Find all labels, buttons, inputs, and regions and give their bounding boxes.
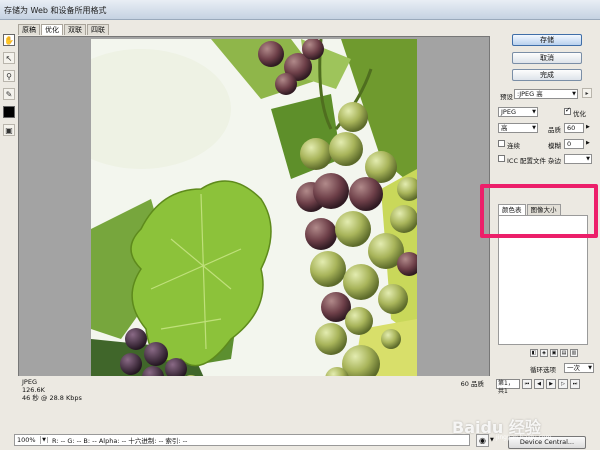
save-button[interactable]: 存储: [512, 34, 582, 46]
chevron-down-icon: ▼: [532, 125, 536, 131]
hand-tool-icon[interactable]: ✋: [3, 34, 15, 46]
color-table-toolbar: ◧ ◈ ▣ ▤ ▥: [530, 349, 580, 357]
animation-controls: 第1，共1 ⏮ ◀ ▶ ▷ ⏭: [496, 378, 594, 395]
zoom-level-field[interactable]: 100%: [15, 436, 41, 444]
optimize-menu-icon[interactable]: ▸: [582, 88, 592, 98]
tab-original[interactable]: 原稿: [18, 24, 40, 35]
new-color-icon[interactable]: ▤: [560, 349, 568, 357]
toggle-slices-icon[interactable]: ▣: [3, 124, 15, 136]
chevron-down-icon: ▼: [588, 365, 592, 371]
loop-options-value: 一次: [567, 364, 580, 372]
matte-label: 杂边: [548, 157, 561, 165]
settings-panel: 存储 取消 完成 预设 :JPEG 高▼ ▸ JPEG▼ 优化 高▼ 品质 60…: [480, 20, 600, 430]
frame-counter: 第1，共1: [496, 378, 520, 395]
optimized-info: JPEG 126.6K 46 秒 @ 28.8 Kbps 60 品质: [18, 376, 490, 418]
chevron-down-icon: ▼: [572, 91, 576, 97]
matte-select[interactable]: ▼: [564, 154, 592, 164]
lock-color-icon[interactable]: ▣: [550, 349, 558, 357]
quality-input[interactable]: 60: [564, 123, 584, 133]
title-bar: 存储为 Web 和设备所用格式: [0, 0, 600, 20]
last-frame-icon[interactable]: ⏭: [570, 378, 580, 389]
optimized-checkbox[interactable]: [564, 106, 571, 115]
status-bar: 100% ▼ R: -- G: -- B: -- Alpha: -- 十六进制:…: [14, 434, 470, 446]
play-icon[interactable]: ▶: [546, 378, 556, 389]
grape-photo-image: [91, 39, 417, 393]
progressive-checkbox[interactable]: [498, 140, 505, 147]
baidu-watermark-url: jingyan.baidu.com: [496, 434, 552, 441]
progressive-label: 连续: [507, 142, 520, 150]
quality-label: 品质: [548, 126, 561, 134]
preset-select[interactable]: :JPEG 高 ▼: [514, 89, 578, 99]
format-select[interactable]: JPEG ▼: [498, 107, 538, 117]
zoom-tool-icon[interactable]: ⚲: [3, 70, 15, 82]
image-preview-frame[interactable]: [18, 36, 490, 396]
preset-label: 预设: [500, 93, 513, 101]
first-frame-icon[interactable]: ⏮: [522, 378, 532, 389]
loop-options-label: 循环选项: [530, 366, 556, 374]
chevron-down-icon: ▼: [586, 156, 590, 162]
eyedropper-color-swatch[interactable]: [3, 106, 15, 118]
file-info: JPEG 126.6K 46 秒 @ 28.8 Kbps: [22, 378, 82, 402]
window-title: 存储为 Web 和设备所用格式: [4, 6, 107, 15]
next-frame-icon[interactable]: ▷: [558, 378, 568, 389]
tab-4-up[interactable]: 四联: [87, 24, 109, 35]
done-button[interactable]: 完成: [512, 69, 582, 81]
download-time: 46 秒 @ 28.8 Kbps: [22, 394, 82, 402]
quality-chevron-icon[interactable]: ▶: [586, 124, 590, 130]
tab-optimized[interactable]: 优化: [41, 24, 63, 35]
map-color-icon[interactable]: ◧: [530, 349, 538, 357]
eyedropper-tool-icon[interactable]: ✎: [3, 88, 15, 100]
chevron-down-icon[interactable]: ▼: [41, 437, 48, 443]
icc-profile-label: ICC 配置文件: [507, 157, 547, 165]
previous-frame-icon[interactable]: ◀: [534, 378, 544, 389]
dialog-body: ✋ ↖ ⚲ ✎ ▣ 原稿 优化 双联 四联 JPEG 126.6K 46 秒 @…: [0, 20, 600, 450]
blur-label: 模糊: [548, 142, 561, 150]
loop-options-select[interactable]: 一次 ▼: [564, 363, 594, 373]
optimized-label: 优化: [573, 110, 586, 118]
preset-value: :JPEG 高: [517, 90, 543, 98]
format-value: JPEG: [501, 108, 516, 116]
highlight-annotation: [480, 184, 598, 238]
color-readout: R: -- G: -- B: -- Alpha: -- 十六进制: -- 索引:…: [52, 437, 188, 445]
quality-preset-select[interactable]: 高 ▼: [498, 123, 538, 133]
icc-profile-checkbox[interactable]: [498, 155, 505, 162]
file-format: JPEG: [22, 378, 37, 386]
quality-info: 60 品质: [460, 380, 484, 388]
trash-icon[interactable]: ▥: [570, 349, 578, 357]
chevron-down-icon: ▼: [532, 109, 536, 115]
tool-strip: ✋ ↖ ⚲ ✎ ▣: [2, 34, 16, 142]
web-shift-icon[interactable]: ◈: [540, 349, 548, 357]
file-size: 126.6K: [22, 386, 45, 394]
blur-input[interactable]: 0: [564, 139, 584, 149]
cancel-button[interactable]: 取消: [512, 52, 582, 64]
view-tabs: 原稿 优化 双联 四联: [18, 24, 110, 36]
grape-photo-preview: [91, 39, 417, 393]
quality-preset-value: 高: [501, 124, 508, 132]
blur-chevron-icon[interactable]: ▶: [586, 140, 590, 146]
tab-2-up[interactable]: 双联: [64, 24, 86, 35]
slice-select-tool-icon[interactable]: ↖: [3, 52, 15, 64]
